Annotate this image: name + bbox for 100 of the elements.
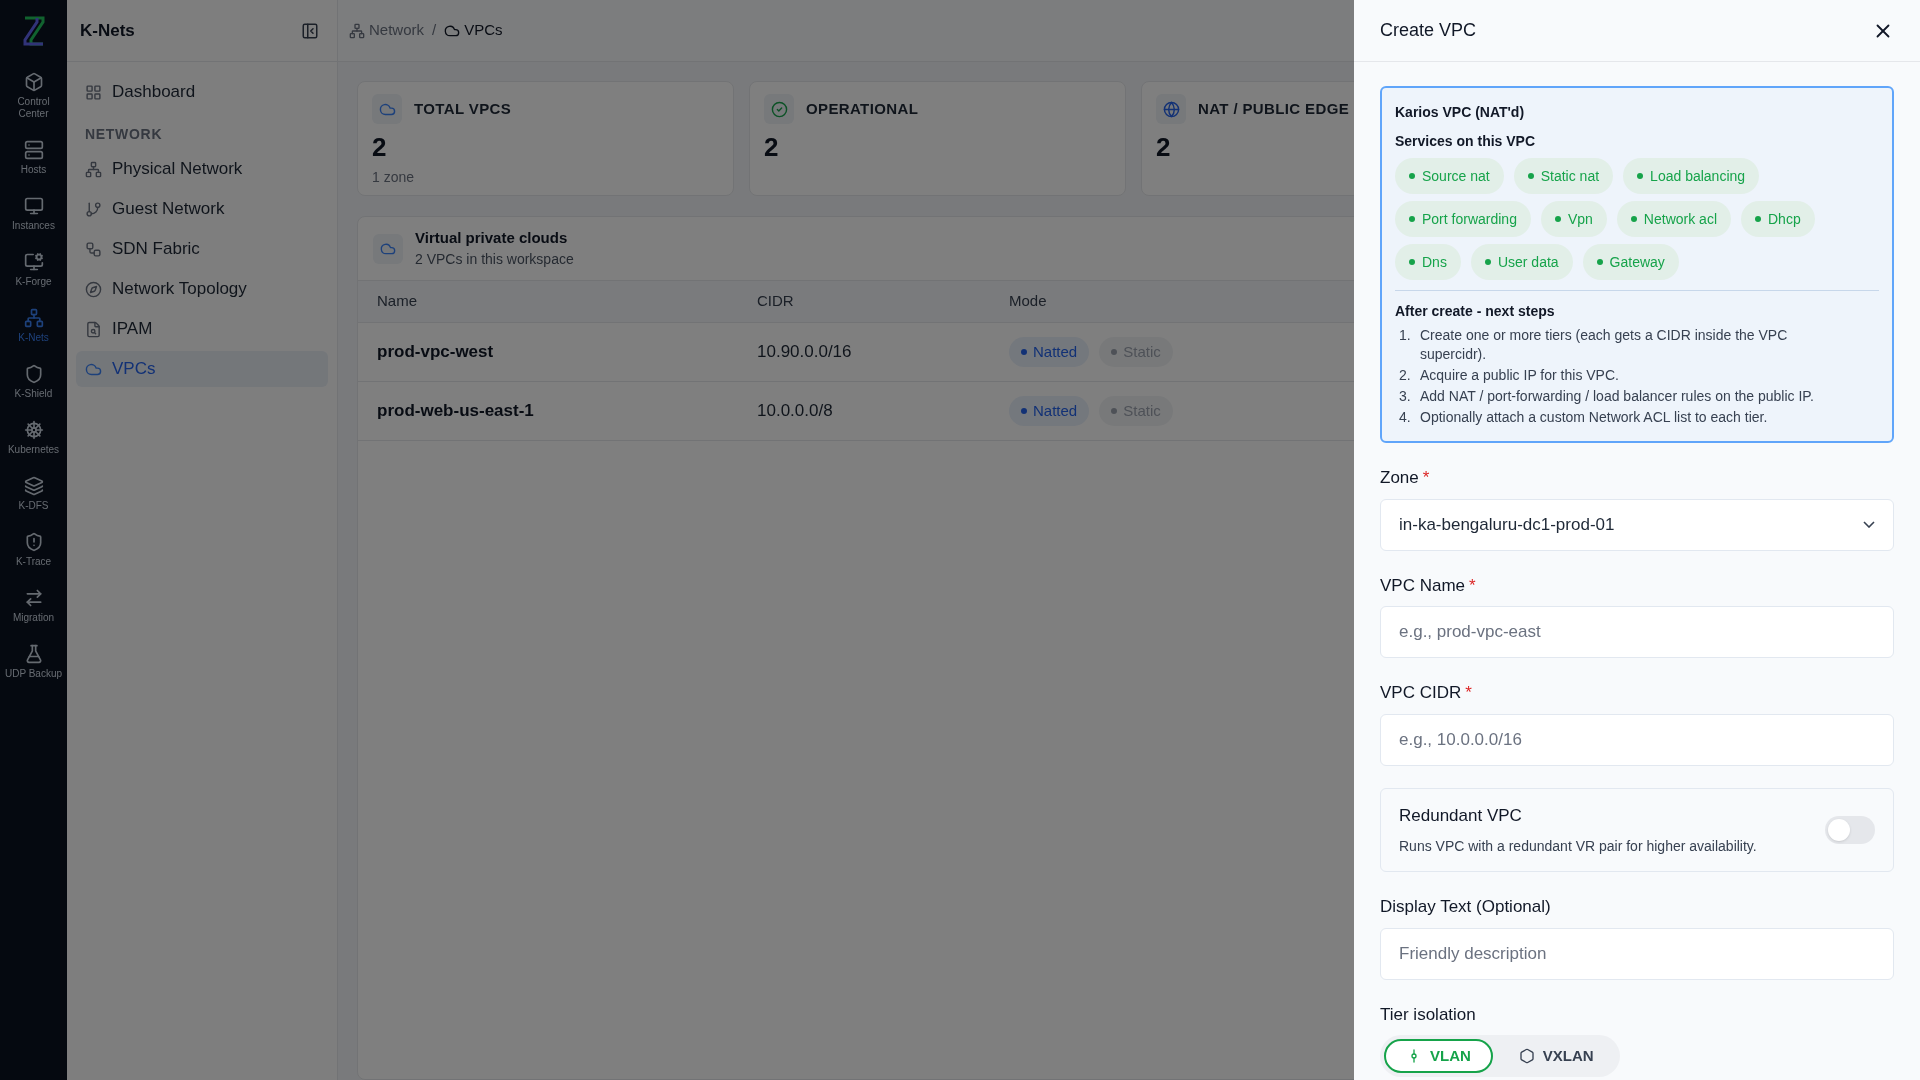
hexagon-icon [1518, 1048, 1535, 1064]
drawer-title: Create VPC [1380, 19, 1477, 42]
grid-icon [85, 83, 102, 101]
sidebar-item[interactable]: Guest Network [76, 191, 328, 227]
network-icon [23, 308, 44, 328]
sidebar-item[interactable]: Network Topology [76, 271, 328, 307]
monitor-gear-icon [23, 252, 44, 272]
step-text: Create one or more tiers (each gets a CIDR inside the VPC supercidr). [1420, 326, 1789, 364]
field-label: Tier isolation [1380, 1004, 1476, 1024]
rail-item[interactable]: K-Forge [1, 252, 66, 288]
mode-badge: Natted [1009, 337, 1090, 367]
stat-title: TOTAL VPCS [414, 98, 512, 119]
breadcrumb-separator: / [432, 20, 437, 41]
step-number: 2. [1399, 366, 1412, 385]
wheel-icon [23, 420, 44, 440]
rail-item[interactable]: K-DFS [1, 476, 66, 512]
file-search-icon [85, 320, 102, 338]
input-field[interactable]: e.g., prod-vpc-east [1380, 606, 1894, 658]
mode-badge: Natted [1009, 396, 1090, 426]
isolation-option[interactable]: VXLAN [1496, 1039, 1616, 1073]
rail-item[interactable]: Instances [1, 196, 66, 232]
branch-icon [85, 200, 102, 218]
input-field[interactable]: Friendly description [1380, 927, 1894, 980]
step-text: Add NAT / port-forwarding / load balancer rules on the public IP. [1420, 387, 1815, 406]
service-chip: Static nat [1513, 158, 1614, 194]
table-cell-text: 10.90.0.0/16 [757, 341, 853, 364]
network-icon [349, 22, 365, 39]
input-field[interactable]: e.g., 10.0.0.0/16 [1380, 713, 1894, 766]
breadcrumb-link[interactable]: Network [349, 19, 424, 42]
logo-icon [21, 16, 46, 46]
field-label: VPC Name [1380, 574, 1466, 597]
rail-item[interactable]: K-Nets [1, 308, 66, 344]
stat-value: 2 [372, 131, 387, 164]
service-chip: Load balancing [1623, 158, 1760, 194]
stat-subtext: 1 zone [372, 168, 416, 187]
server-icon [23, 140, 44, 160]
zone-select[interactable]: in-ka-bengaluru-dc1-prod-01 [1380, 498, 1894, 551]
services-heading: Services on this VPC [1395, 132, 1537, 151]
info-title: Karios VPC (NAT'd) [1395, 103, 1526, 122]
sidebar-item[interactable]: Dashboard [76, 74, 328, 110]
rail-item[interactable]: K-Trace [1, 532, 66, 568]
service-chip: Gateway [1582, 244, 1679, 280]
service-chip: Port forwarding [1395, 201, 1531, 237]
step-number: 1. [1399, 326, 1412, 345]
service-chip: Source nat [1395, 158, 1504, 194]
card-title: Virtual private clouds [415, 227, 569, 248]
column-header: Name [377, 291, 417, 312]
sidebar-item[interactable]: VPCs [76, 351, 328, 387]
sidebar-item[interactable]: Physical Network [76, 151, 328, 187]
step-number: 4. [1399, 408, 1412, 427]
sidebar-title: K-Nets [80, 19, 135, 42]
isolation-option[interactable]: VLAN [1384, 1039, 1493, 1073]
chevron-down-icon [1863, 521, 1875, 528]
rail-item[interactable]: Hosts [1, 140, 66, 176]
toggle-description: Runs VPC with a redundant VR pair for higher availability. [1399, 837, 1757, 856]
service-chip: User data [1470, 244, 1573, 280]
workflow-icon [85, 240, 102, 258]
monitor-icon [23, 196, 44, 216]
rail-item[interactable]: Kubernetes [1, 420, 66, 456]
required-mark: * [1422, 467, 1430, 489]
service-chip: Vpn [1540, 201, 1607, 237]
field-label: Display Text (Optional) [1380, 896, 1551, 918]
toggle-title: Redundant VPC [1399, 804, 1523, 827]
field-label: Zone [1380, 467, 1419, 489]
sidebar-item[interactable]: SDN Fabric [76, 231, 328, 267]
stat-value: 2 [1156, 131, 1171, 164]
stat-value: 2 [764, 131, 779, 164]
steps-heading: After create - next steps [1395, 302, 1556, 321]
required-mark: * [1465, 682, 1472, 704]
rail-item[interactable]: UDP Backup [1, 644, 66, 680]
field-label: VPC CIDR [1380, 682, 1462, 704]
step-number: 3. [1399, 387, 1412, 406]
table-cell-text: 10.0.0.0/8 [757, 400, 834, 423]
globe-icon [1162, 100, 1180, 118]
step-text: Optionally attach a custom Network ACL list to each tier. [1420, 408, 1769, 427]
rail-item[interactable]: Control Center [1, 72, 66, 120]
table-cell-text: prod-web-us-east-1 [377, 400, 535, 423]
stat-title: OPERATIONAL [806, 98, 919, 119]
breadcrumb-link[interactable]: VPCs [444, 19, 503, 42]
sidebar-item[interactable]: IPAM [76, 311, 328, 347]
service-chip: Network acl [1616, 201, 1731, 237]
cube-icon [23, 72, 44, 92]
table-cell-text: prod-vpc-west [377, 341, 495, 364]
column-header: Mode [1009, 291, 1047, 312]
check-circle-icon [770, 100, 788, 118]
step-text: Acquire a public IP for this VPC. [1420, 366, 1620, 385]
stat-title: NAT / PUBLIC EDGE [1198, 98, 1350, 119]
required-mark: * [1469, 574, 1476, 597]
service-chip: Dhcp [1741, 201, 1815, 237]
toggle-switch[interactable] [1825, 815, 1875, 844]
rail-item[interactable]: Migration [1, 588, 66, 624]
layers-icon [23, 476, 44, 496]
compass-icon [85, 280, 102, 298]
rail-item[interactable]: K-Shield [1, 364, 66, 400]
card-subtitle: 2 VPCs in this workspace [415, 250, 574, 270]
panel-collapse-icon [301, 21, 319, 40]
section-heading: NETWORK [84, 125, 164, 144]
column-header: CIDR [757, 291, 794, 312]
service-chip: Dns [1395, 244, 1461, 280]
network-icon [85, 160, 102, 178]
